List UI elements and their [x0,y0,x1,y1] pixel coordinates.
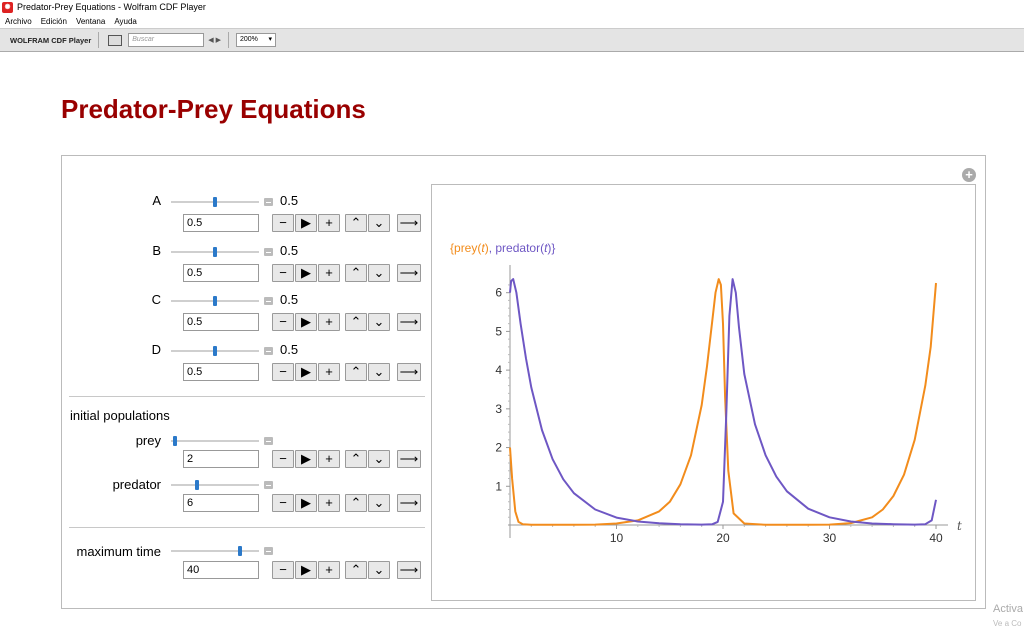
y-tick-label: 3 [495,402,502,416]
windows-activation-watermark: Activa [993,603,1023,615]
x-tick-label: 20 [716,531,730,545]
plot-label-part: , [489,241,496,255]
y-tick-label: 5 [495,324,502,338]
y-tick-label: 1 [495,479,502,493]
x-tick-label: 10 [610,531,624,545]
windows-activation-subtext: Ve a Co [993,619,1022,628]
plot-label-part: predator( [495,241,544,255]
y-tick-label: 4 [495,363,502,377]
plot-label: {prey(t), predator(t)} [450,241,555,255]
y-tick-label: 6 [495,286,502,300]
x-tick-label: 40 [929,531,943,545]
y-tick-label: 2 [495,441,502,455]
plot-label-part: prey( [454,241,481,255]
plot-svg: 10 20 30 40 t 1 2 3 4 5 6 {prey(t), predator(t)} [450,241,962,545]
x-tick-label: 30 [823,531,837,545]
plot-label-part: } [551,241,555,255]
x-axis-label: t [957,519,962,533]
